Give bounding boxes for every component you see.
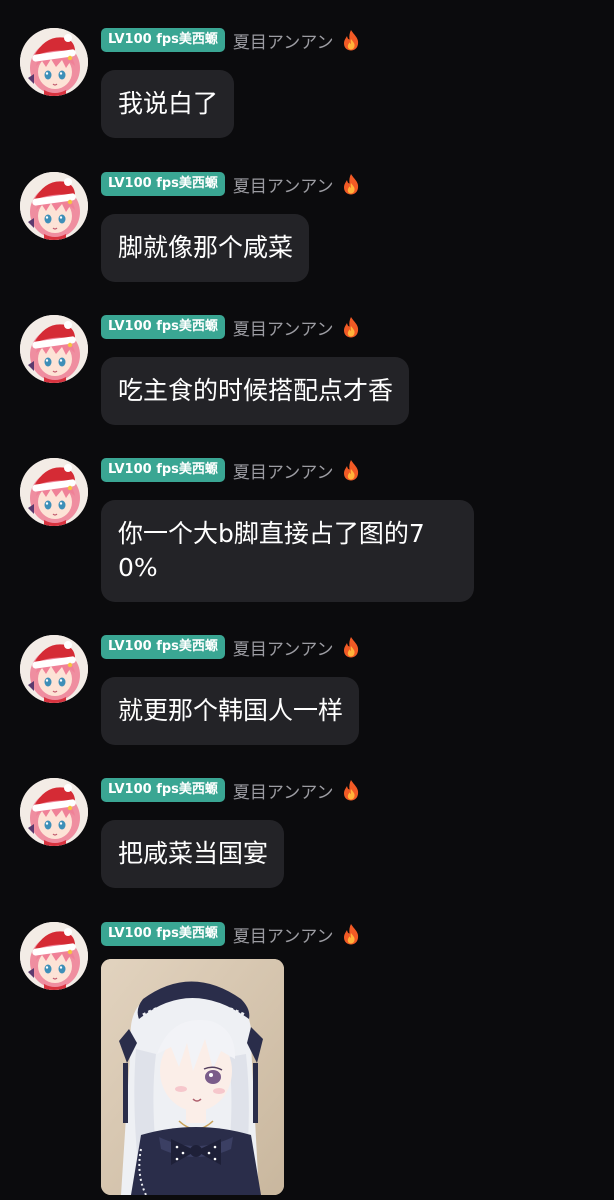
anime-girl-avatar-icon bbox=[20, 172, 88, 240]
anime-girl-avatar-icon bbox=[20, 635, 88, 703]
anime-girl-avatar-icon bbox=[20, 315, 88, 383]
message-bubble[interactable]: 就更那个韩国人一样 bbox=[101, 677, 360, 745]
username[interactable]: 夏目アンアン bbox=[233, 172, 334, 197]
message-header: LV100 fps美西螈 夏目アンアン bbox=[101, 635, 360, 660]
level-badge: LV100 fps美西螈 bbox=[101, 458, 225, 482]
message-header: LV100 fps美西螈 夏目アンアン bbox=[101, 28, 360, 53]
username[interactable]: 夏目アンアン bbox=[233, 458, 334, 483]
message-header: LV100 fps美西螈 夏目アンアン bbox=[101, 315, 360, 340]
message-bubble[interactable]: 脚就像那个咸菜 bbox=[101, 214, 310, 282]
username[interactable]: 夏目アンアン bbox=[233, 315, 334, 340]
level-badge: LV100 fps美西螈 bbox=[101, 922, 225, 946]
username[interactable]: 夏目アンアン bbox=[233, 922, 334, 947]
level-badge: LV100 fps美西螈 bbox=[101, 172, 225, 196]
fire-icon bbox=[342, 779, 360, 801]
level-badge: LV100 fps美西螈 bbox=[101, 778, 225, 802]
fire-icon bbox=[342, 923, 360, 945]
anime-girl-avatar-icon bbox=[20, 458, 88, 526]
message-bubble[interactable]: 我说白了 bbox=[101, 70, 235, 138]
avatar[interactable] bbox=[20, 922, 88, 990]
anime-girl-sticker-icon bbox=[101, 959, 284, 1195]
fire-icon bbox=[342, 316, 360, 338]
fire-icon bbox=[342, 173, 360, 195]
anime-girl-avatar-icon bbox=[20, 778, 88, 846]
avatar[interactable] bbox=[20, 458, 88, 526]
message-header: LV100 fps美西螈 夏目アンアン bbox=[101, 172, 360, 197]
fire-icon bbox=[342, 459, 360, 481]
avatar[interactable] bbox=[20, 635, 88, 703]
avatar[interactable] bbox=[20, 778, 88, 846]
avatar[interactable] bbox=[20, 172, 88, 240]
avatar[interactable] bbox=[20, 315, 88, 383]
message-header: LV100 fps美西螈 夏目アンアン bbox=[101, 922, 360, 947]
anime-girl-avatar-icon bbox=[20, 28, 88, 96]
fire-icon bbox=[342, 636, 360, 658]
level-badge: LV100 fps美西螈 bbox=[101, 28, 225, 52]
username[interactable]: 夏目アンアン bbox=[233, 28, 334, 53]
anime-girl-avatar-icon bbox=[20, 922, 88, 990]
level-badge: LV100 fps美西螈 bbox=[101, 635, 225, 659]
message-bubble[interactable]: 把咸菜当国宴 bbox=[101, 820, 285, 888]
message-bubble[interactable]: 吃主食的时候搭配点才香 bbox=[101, 357, 410, 425]
message-header: LV100 fps美西螈 夏目アンアン bbox=[101, 778, 360, 803]
username[interactable]: 夏目アンアン bbox=[233, 635, 334, 660]
sticker-image[interactable] bbox=[101, 959, 284, 1195]
fire-icon bbox=[342, 29, 360, 51]
message-header: LV100 fps美西螈 夏目アンアン bbox=[101, 458, 360, 483]
avatar[interactable] bbox=[20, 28, 88, 96]
level-badge: LV100 fps美西螈 bbox=[101, 315, 225, 339]
message-bubble[interactable]: 你一个大b脚直接占了图的70% bbox=[101, 500, 474, 602]
username[interactable]: 夏目アンアン bbox=[233, 778, 334, 803]
